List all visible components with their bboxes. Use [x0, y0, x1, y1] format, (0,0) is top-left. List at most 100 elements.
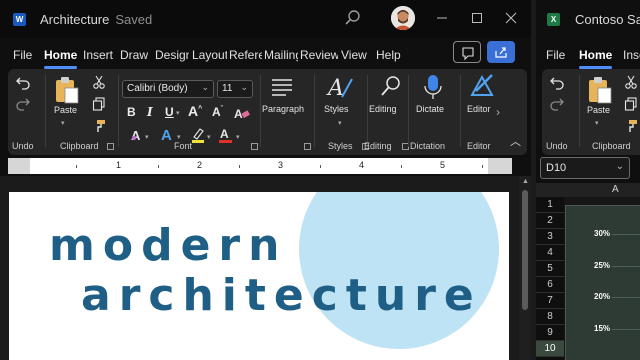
collapse-ribbon-icon[interactable]: ︿ — [510, 133, 521, 149]
row-header-selected[interactable]: 10 — [536, 341, 564, 357]
font-launcher-icon[interactable] — [251, 143, 258, 150]
ribbon-scroll-right-icon[interactable]: › — [496, 105, 500, 119]
name-box[interactable]: D10 ⌄ — [540, 157, 630, 179]
maximize-icon[interactable] — [468, 9, 486, 27]
cut-icon[interactable] — [92, 75, 106, 89]
ruler-tick — [76, 165, 77, 168]
chart-axis-label: 30% — [594, 229, 611, 238]
ribbon-divider — [45, 75, 46, 147]
avatar[interactable] — [391, 6, 415, 30]
document-page[interactable]: modern architecture — [9, 192, 509, 360]
editing-label[interactable]: Editing — [369, 104, 397, 114]
highlighter-icon[interactable] — [190, 127, 206, 143]
tab-mailings[interactable]: Mailings — [264, 48, 298, 62]
clear-formatting-icon[interactable]: A — [234, 106, 250, 120]
tab-layout[interactable]: Layout — [192, 48, 227, 62]
tab-references[interactable]: References — [229, 48, 262, 62]
ruler-number: 2 — [197, 160, 203, 170]
tab-design[interactable]: Design — [155, 48, 189, 62]
chevron-down-icon: ⌄ — [240, 82, 248, 92]
paragraph-launcher-icon[interactable] — [304, 143, 311, 150]
paste-dropdown-icon[interactable]: ▾ — [595, 119, 599, 127]
highlighter-dropdown-icon[interactable]: ▾ — [207, 133, 211, 141]
row-header[interactable]: 3 — [536, 229, 564, 245]
redo-icon[interactable] — [549, 96, 565, 112]
font-color-icon[interactable]: A — [218, 127, 234, 143]
paragraph-label[interactable]: Paragraph — [262, 104, 304, 114]
scroll-up-icon[interactable]: ▲ — [522, 178, 529, 185]
workbook-title: Contoso Sales — [575, 12, 640, 27]
tab-review[interactable]: Review — [300, 48, 338, 62]
paste-icon[interactable] — [587, 75, 613, 105]
font-color-dropdown-icon[interactable]: ▾ — [236, 133, 240, 141]
tab-insert[interactable]: Insert — [83, 48, 113, 62]
tab-file[interactable]: File — [13, 48, 32, 62]
heading-line-1[interactable]: modern — [49, 220, 287, 271]
paste-label[interactable]: Paste — [54, 105, 77, 115]
scrollbar-thumb[interactable] — [522, 190, 528, 310]
excel-tab-home[interactable]: Home — [579, 48, 612, 62]
excel-tab-insert[interactable]: Insert — [623, 48, 640, 62]
horizontal-ruler[interactable]: 1 2 3 4 5 — [8, 158, 512, 174]
row-header[interactable]: 2 — [536, 213, 564, 229]
excel-paste-label[interactable]: Paste — [587, 105, 610, 115]
excel-tab-file[interactable]: File — [546, 48, 565, 62]
heading-line-2[interactable]: architecture — [81, 270, 482, 321]
underline-button[interactable]: U — [165, 105, 174, 119]
text-effects-icon[interactable]: A — [130, 127, 146, 143]
tab-home[interactable]: Home — [44, 48, 77, 62]
ribbon-divider — [118, 75, 119, 147]
font-size-dropdown[interactable]: 11 ⌄ — [217, 80, 253, 98]
copy-icon[interactable] — [624, 97, 638, 111]
styles-dropdown-icon[interactable]: ▾ — [338, 119, 342, 127]
cut-icon[interactable] — [624, 75, 638, 89]
italic-button[interactable]: I — [147, 105, 153, 119]
minimize-icon[interactable] — [433, 9, 451, 27]
paragraph-icon[interactable] — [270, 75, 294, 99]
copy-icon[interactable] — [92, 97, 106, 111]
microphone-icon[interactable] — [423, 73, 443, 101]
undo-icon[interactable] — [549, 75, 565, 91]
shrink-font-button[interactable]: Aˇ — [212, 105, 223, 119]
highlight-style-dropdown-icon[interactable]: ▾ — [177, 133, 181, 141]
row-header[interactable]: 8 — [536, 309, 564, 325]
ribbon-divider — [260, 75, 261, 147]
tab-help[interactable]: Help — [376, 48, 401, 62]
styles-icon[interactable]: A — [326, 73, 354, 101]
grow-font-button[interactable]: A^ — [188, 103, 202, 119]
underline-dropdown-icon[interactable]: ▾ — [176, 109, 180, 117]
redo-icon[interactable] — [15, 96, 31, 112]
paste-icon[interactable] — [54, 75, 80, 105]
svg-text:A: A — [234, 107, 243, 120]
tab-view[interactable]: View — [341, 48, 367, 62]
row-header[interactable]: 6 — [536, 277, 564, 293]
comments-button[interactable] — [453, 41, 481, 63]
tab-draw[interactable]: Draw — [120, 48, 148, 62]
undo-icon[interactable] — [15, 75, 31, 91]
font-name-dropdown[interactable]: Calibri (Body) ⌄ — [122, 80, 214, 98]
text-effects-dropdown-icon[interactable]: ▾ — [145, 133, 149, 141]
column-header-a[interactable]: A — [612, 184, 619, 195]
svg-text:A: A — [326, 76, 344, 101]
editor-label[interactable]: Editor — [467, 104, 491, 114]
clipboard-launcher-icon[interactable] — [107, 143, 114, 150]
row-header[interactable]: 7 — [536, 293, 564, 309]
excel-app-icon: X — [547, 13, 560, 26]
format-painter-icon[interactable] — [624, 119, 638, 133]
close-icon[interactable] — [502, 9, 520, 27]
share-button[interactable] — [487, 41, 515, 63]
paste-dropdown-icon[interactable]: ▾ — [61, 119, 65, 127]
bold-button[interactable]: B — [127, 105, 136, 119]
row-header[interactable]: 5 — [536, 261, 564, 277]
vertical-scrollbar[interactable]: ▲ — [519, 176, 531, 360]
editor-icon[interactable] — [468, 73, 498, 101]
row-header[interactable]: 1 — [536, 197, 564, 213]
find-icon[interactable] — [380, 75, 402, 99]
search-icon[interactable] — [344, 9, 362, 27]
dictate-label[interactable]: Dictate — [416, 104, 444, 114]
row-header[interactable]: 9 — [536, 325, 564, 341]
excel-clipboard-group-label: Clipboard — [592, 141, 631, 151]
styles-label[interactable]: Styles — [324, 104, 349, 114]
format-painter-icon[interactable] — [92, 119, 106, 133]
row-header[interactable]: 4 — [536, 245, 564, 261]
